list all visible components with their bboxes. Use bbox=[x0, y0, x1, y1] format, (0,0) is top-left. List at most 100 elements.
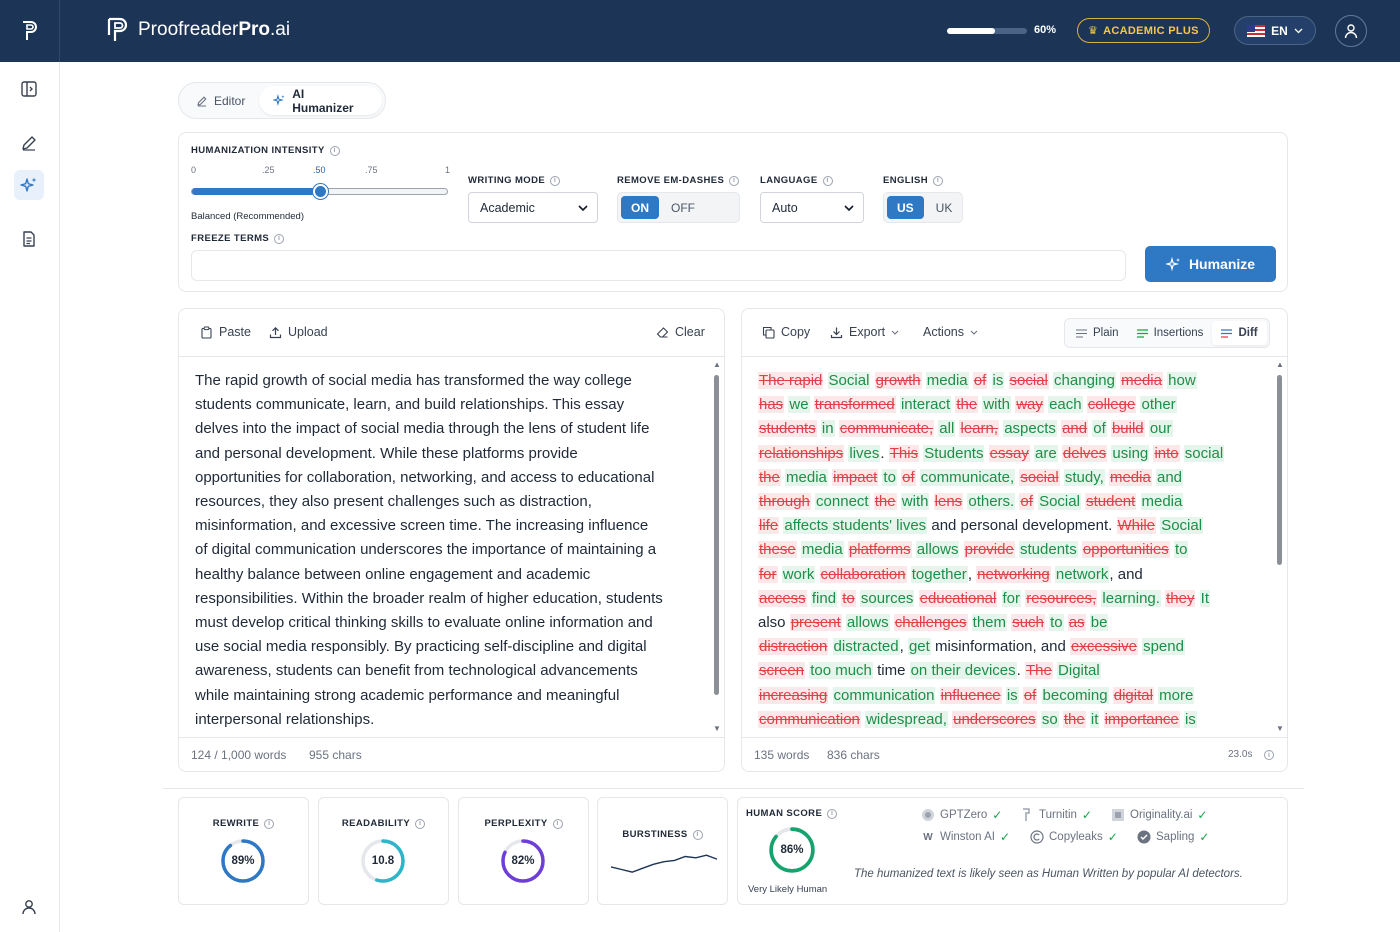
humanize-button[interactable]: Humanize bbox=[1145, 246, 1276, 282]
english-us-option[interactable]: US bbox=[887, 196, 924, 219]
inserted-text: Digital bbox=[1057, 662, 1101, 680]
info-icon[interactable]: i bbox=[550, 175, 561, 186]
deleted-text: networking bbox=[976, 565, 1051, 583]
em-dash-off-option[interactable]: OFF bbox=[661, 196, 705, 219]
brand-logo[interactable]: ProofreaderPro.ai bbox=[106, 16, 290, 44]
sidebar-profile-button[interactable] bbox=[14, 892, 44, 922]
sidebar-item-documents[interactable] bbox=[14, 224, 44, 254]
sidebar-item-ai-humanizer[interactable] bbox=[14, 170, 44, 200]
inserted-text: media bbox=[1140, 493, 1184, 511]
export-button[interactable]: Export bbox=[830, 325, 899, 339]
user-icon bbox=[22, 900, 36, 915]
info-icon[interactable]: i bbox=[329, 145, 340, 156]
info-icon[interactable]: i bbox=[1264, 750, 1274, 760]
em-dash-on-option[interactable]: ON bbox=[621, 196, 659, 219]
info-icon[interactable]: i bbox=[552, 818, 563, 829]
input-panel-toolbar: Paste Upload Clear bbox=[179, 309, 724, 357]
diff-line: also present allows challenges them such… bbox=[758, 611, 1258, 635]
clear-button[interactable]: Clear bbox=[656, 325, 705, 339]
left-sidebar bbox=[0, 62, 60, 932]
scroll-down-icon[interactable]: ▼ bbox=[1276, 725, 1284, 733]
input-panel-footer: 124 / 1,000 words 955 chars bbox=[179, 737, 724, 771]
chevron-down-icon bbox=[578, 204, 588, 211]
tab-plain[interactable]: Plain bbox=[1067, 321, 1128, 345]
language-switcher[interactable]: EN bbox=[1234, 16, 1316, 45]
info-icon[interactable]: i bbox=[415, 818, 426, 829]
tab-ai-humanizer[interactable]: AI Humanizer bbox=[259, 86, 382, 115]
deleted-text: college bbox=[1086, 396, 1137, 414]
inserted-text: using bbox=[1111, 444, 1150, 462]
user-account-button[interactable] bbox=[1335, 15, 1367, 47]
info-icon[interactable]: i bbox=[933, 175, 944, 186]
humanizer-settings-card: HUMANIZATION INTENSITY i 0 .25 .50 .75 1… bbox=[178, 132, 1288, 292]
tab-diff[interactable]: Diff bbox=[1212, 321, 1267, 345]
human-score-card: HUMAN SCORE i 86% Very Likely Human GPTZ… bbox=[737, 797, 1288, 905]
scroll-up-icon[interactable]: ▲ bbox=[713, 361, 721, 369]
info-icon[interactable]: i bbox=[827, 808, 838, 819]
deleted-text: learn, bbox=[959, 420, 1000, 438]
check-icon: ✓ bbox=[1199, 830, 1210, 844]
actions-button[interactable]: Actions bbox=[923, 325, 978, 339]
inserted-text: more bbox=[1158, 686, 1195, 704]
input-text-line: use social media responsibly. By practic… bbox=[195, 638, 647, 656]
crown-icon: ♛ bbox=[1088, 25, 1099, 37]
sparkles-icon bbox=[273, 94, 285, 106]
english-variant-toggle: US UK bbox=[883, 192, 963, 223]
output-scrollbar[interactable]: ▲ ▼ bbox=[1275, 361, 1284, 737]
scroll-down-icon[interactable]: ▼ bbox=[713, 725, 721, 733]
deleted-text: of bbox=[1022, 686, 1038, 704]
inserted-text: widespread, bbox=[865, 710, 948, 728]
scroll-up-icon[interactable]: ▲ bbox=[1276, 361, 1284, 369]
tab-editor[interactable]: Editor bbox=[182, 86, 259, 115]
writing-mode-select[interactable]: Academic bbox=[468, 192, 598, 223]
mode-tabs: Editor AI Humanizer bbox=[178, 82, 386, 119]
info-icon[interactable]: i bbox=[274, 233, 285, 244]
em-dash-toggle: ON OFF bbox=[617, 192, 740, 223]
copy-button[interactable]: Copy bbox=[762, 325, 810, 339]
sidebar-item-editor[interactable] bbox=[14, 128, 44, 158]
info-icon[interactable]: i bbox=[729, 175, 740, 186]
output-diff-text[interactable]: The rapid Social growth media of is soci… bbox=[758, 369, 1258, 732]
check-icon: ✓ bbox=[1107, 830, 1118, 844]
inserted-text: get bbox=[907, 638, 931, 656]
app-logo-icon[interactable] bbox=[0, 0, 60, 62]
freeze-terms-input[interactable] bbox=[191, 250, 1126, 281]
brand-name: ProofreaderPro.ai bbox=[138, 19, 291, 40]
inserted-text: interact bbox=[899, 396, 952, 414]
us-flag-icon bbox=[1247, 24, 1266, 37]
inserted-text: be bbox=[1089, 614, 1109, 632]
input-scroll-thumb[interactable] bbox=[714, 375, 719, 695]
deleted-text: the bbox=[1062, 710, 1086, 728]
deleted-text: has bbox=[758, 396, 785, 414]
plan-label: ACADEMIC PLUS bbox=[1103, 24, 1199, 37]
english-uk-option[interactable]: UK bbox=[926, 196, 963, 219]
humanize-button-label: Humanize bbox=[1188, 256, 1256, 272]
toggle-sidebar-button[interactable] bbox=[14, 74, 44, 104]
deleted-text: as bbox=[1067, 614, 1086, 632]
english-variant-label: ENGLISH i bbox=[883, 175, 944, 186]
diff-line: life affects students' lives and persona… bbox=[758, 514, 1258, 538]
input-scrollbar[interactable]: ▲ ▼ bbox=[712, 361, 721, 737]
intensity-slider-thumb[interactable] bbox=[312, 184, 328, 199]
output-scroll-thumb[interactable] bbox=[1277, 375, 1282, 565]
info-icon[interactable]: i bbox=[264, 818, 275, 829]
input-text-line: interpersonal relationships. bbox=[195, 710, 375, 728]
intensity-slider[interactable] bbox=[191, 184, 448, 199]
info-icon[interactable]: i bbox=[822, 175, 833, 186]
inserted-text: is bbox=[1005, 686, 1019, 704]
info-icon[interactable]: i bbox=[692, 829, 703, 840]
deleted-text: increasing bbox=[758, 686, 829, 704]
upload-button[interactable]: Upload bbox=[269, 325, 328, 339]
lines-icon bbox=[1076, 328, 1087, 338]
inserted-text: connect bbox=[815, 493, 870, 511]
unchanged-text: , bbox=[967, 565, 972, 583]
deleted-text: for bbox=[758, 565, 778, 583]
plan-badge[interactable]: ♛ ACADEMIC PLUS bbox=[1077, 18, 1210, 43]
tab-insertions[interactable]: Insertions bbox=[1128, 321, 1213, 345]
paste-button[interactable]: Paste bbox=[200, 325, 251, 339]
view-mode-tabs: Plain Insertions Diff bbox=[1064, 318, 1270, 348]
inserted-text: to bbox=[882, 468, 897, 486]
input-text-area[interactable]: The rapid growth of social media has tra… bbox=[195, 369, 663, 732]
language-select[interactable]: Auto bbox=[760, 192, 864, 223]
diff-line: these media platforms allows provide stu… bbox=[758, 538, 1258, 562]
